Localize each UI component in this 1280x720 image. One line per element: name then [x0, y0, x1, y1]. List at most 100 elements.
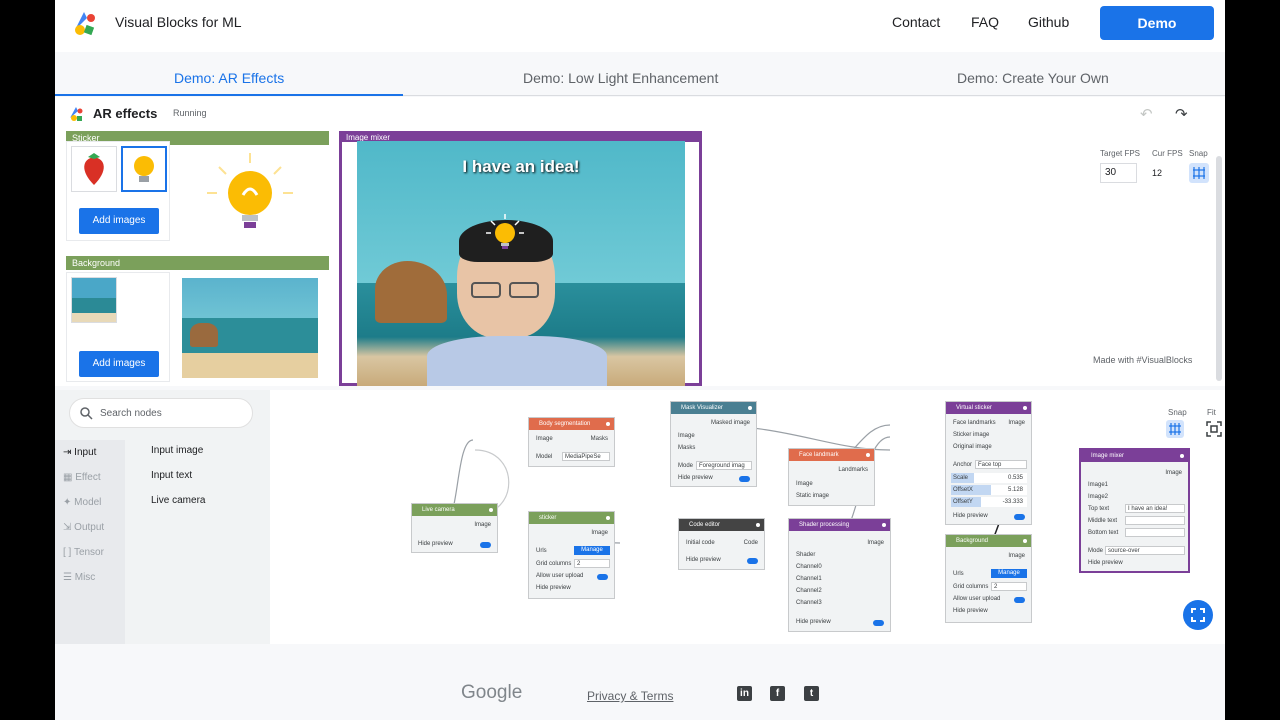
nav-contact[interactable]: Contact [892, 14, 940, 30]
output-scene: I have an idea! [357, 141, 685, 386]
code-editor-hide-label: Hide preview [686, 557, 721, 563]
image-mixer-preview: Image mixer I have an idea! [339, 131, 702, 386]
image-mixer-bottom-text-input[interactable] [1125, 528, 1185, 537]
made-with-label: Made with #VisualBlocks [1093, 355, 1193, 365]
node-categories: ⇥ Input ▦ Effect ✦ Model ⇲ Output [ ] Te… [55, 440, 125, 644]
node-background-header: Background [946, 535, 1031, 547]
node-background[interactable]: Background Image Urls Manage Grid column… [945, 534, 1032, 623]
node-image-mixer[interactable]: Image mixer Image Image1 Image2 Top text… [1079, 448, 1190, 573]
body-seg-model-select[interactable]: MediaPipeSe [562, 452, 610, 461]
fullscreen-icon[interactable] [1183, 600, 1213, 630]
image-mixer-middle-text-input[interactable] [1125, 516, 1185, 525]
visual-blocks-logo-icon[interactable] [67, 6, 101, 40]
virtual-sticker-scale-label: Scale [953, 475, 969, 481]
node-face-landmark[interactable]: Face landmark Landmarks Image Static ima… [788, 448, 875, 506]
virtual-sticker-offx-value: 5.128 [1007, 487, 1023, 493]
live-camera-hide-toggle[interactable] [480, 542, 491, 548]
tab-low-light[interactable]: Demo: Low Light Enhancement [523, 70, 718, 86]
graph-editor: Search nodes ⇥ Input ▦ Effect ✦ Model ⇲ … [55, 390, 1225, 644]
category-input-label: Input [74, 447, 97, 458]
project-toolbar: AR effects Running ↶ ↷ [55, 97, 1225, 131]
preview-scrollbar[interactable] [1216, 156, 1222, 381]
effect-icon: ▦ [63, 472, 76, 483]
image-mixer-mode-select[interactable]: source-over [1105, 546, 1185, 555]
face-landmark-in2-label: Static image [796, 493, 830, 499]
redo-icon[interactable]: ↷ [1175, 105, 1188, 123]
image-mixer-top-text-input[interactable]: I have an idea! [1125, 504, 1185, 513]
twitter-icon[interactable]: t [804, 686, 819, 701]
nav-github[interactable]: Github [1028, 14, 1069, 30]
image-mixer-out-label: Image [1165, 470, 1182, 476]
run-status: Running [173, 108, 207, 118]
target-fps-input[interactable]: 30 [1100, 163, 1137, 183]
bulb-thumbnail[interactable] [121, 146, 167, 192]
image-mixer-in2-label: Top text [1088, 506, 1110, 512]
output-icon: ⇲ [63, 522, 75, 533]
category-effect[interactable]: ▦ Effect [63, 472, 101, 483]
fit-view-icon[interactable] [1205, 420, 1223, 438]
tensor-icon: [ ] [63, 547, 74, 558]
mask-vis-hide-toggle[interactable] [739, 476, 750, 482]
nav-faq[interactable]: FAQ [971, 14, 999, 30]
mask-vis-mode-select[interactable]: Foreground imag [696, 461, 752, 470]
mask-vis-in1-label: Image [678, 433, 695, 439]
node-live-camera-header: Live camera [412, 504, 497, 516]
virtual-sticker-hide-label: Hide preview [953, 513, 988, 519]
node-live-camera[interactable]: Live camera Image Hide preview [411, 503, 498, 553]
code-editor-hide-toggle[interactable] [747, 558, 758, 564]
background-grid-select[interactable]: 2 [991, 582, 1027, 591]
node-library: Search nodes ⇥ Input ▦ Effect ✦ Model ⇲ … [55, 390, 270, 644]
node-item-input-image[interactable]: Input image [151, 445, 203, 456]
category-tensor[interactable]: [ ] Tensor [63, 547, 104, 558]
sticker-allow-toggle[interactable] [597, 574, 608, 580]
node-body-segmentation[interactable]: Body segmentation Image Masks Model Medi… [528, 417, 615, 467]
facebook-icon[interactable]: f [770, 686, 785, 701]
node-virtual-sticker[interactable]: Virtual sticker Image Face landmarks Sti… [945, 401, 1032, 525]
search-icon [80, 407, 93, 420]
strawberry-thumbnail[interactable] [71, 146, 117, 192]
category-input[interactable]: ⇥ Input [63, 447, 96, 458]
search-nodes-input[interactable]: Search nodes [69, 398, 253, 428]
node-item-input-text[interactable]: Input text [151, 470, 192, 481]
virtual-sticker-in2-label: Original image [953, 444, 992, 450]
editor-snap-grid-icon[interactable] [1166, 420, 1184, 438]
demo-button[interactable]: Demo [1100, 6, 1214, 40]
node-sticker-header: sticker [529, 512, 614, 524]
sticker-add-images-button[interactable]: Add images [79, 208, 159, 234]
linkedin-icon[interactable]: in [737, 686, 752, 701]
graph-canvas[interactable]: Live camera Image Hide preview Body segm… [270, 390, 1225, 644]
brand-name[interactable]: Visual Blocks for ML [115, 14, 242, 30]
lightbulb-sticker-icon [486, 214, 524, 249]
sticker-allow-label: Allow user upload [536, 573, 584, 579]
node-code-editor[interactable]: Code editor Initial code Code Hide previ… [678, 518, 765, 570]
node-sticker[interactable]: sticker Image Urls Manage Grid columns 2… [528, 511, 615, 599]
sticker-manage-button[interactable]: Manage [574, 546, 610, 555]
category-misc[interactable]: ☰ Misc [63, 572, 95, 583]
category-model[interactable]: ✦ Model [63, 497, 101, 508]
category-output[interactable]: ⇲ Output [63, 522, 104, 533]
node-shader-processing[interactable]: Shader processing Image Shader Channel0 … [788, 518, 891, 632]
project-logo-icon [70, 107, 83, 121]
background-manage-button[interactable]: Manage [991, 569, 1027, 578]
node-item-live-camera[interactable]: Live camera [151, 495, 205, 506]
beach-thumbnail[interactable] [71, 277, 117, 323]
virtual-sticker-hide-toggle[interactable] [1014, 514, 1025, 520]
virtual-sticker-in1-label: Sticker image [953, 432, 990, 438]
snap-grid-icon[interactable] [1189, 163, 1209, 183]
node-mask-visualizer[interactable]: Mask Visualizer Masked image Image Masks… [670, 401, 757, 487]
background-allow-toggle[interactable] [1014, 597, 1025, 603]
tab-create-your-own[interactable]: Demo: Create Your Own [957, 70, 1109, 86]
google-logo[interactable]: Google [461, 682, 522, 704]
privacy-terms-link[interactable]: Privacy & Terms [587, 689, 673, 703]
sticker-bulb-preview-icon [207, 153, 293, 228]
node-image-mixer-title: Image mixer [1091, 453, 1125, 459]
undo-icon[interactable]: ↶ [1140, 105, 1153, 123]
background-add-images-button[interactable]: Add images [79, 351, 159, 377]
shader-hide-toggle[interactable] [873, 620, 884, 626]
tab-ar-effects[interactable]: Demo: AR Effects [174, 70, 284, 86]
shader-in-shader-label: Shader [796, 552, 816, 558]
node-shader-header: Shader processing [789, 519, 890, 531]
virtual-sticker-anchor-select[interactable]: Face top [975, 460, 1027, 469]
sticker-grid-select[interactable]: 2 [574, 559, 610, 568]
node-virtual-sticker-title: Virtual sticker [956, 405, 992, 411]
